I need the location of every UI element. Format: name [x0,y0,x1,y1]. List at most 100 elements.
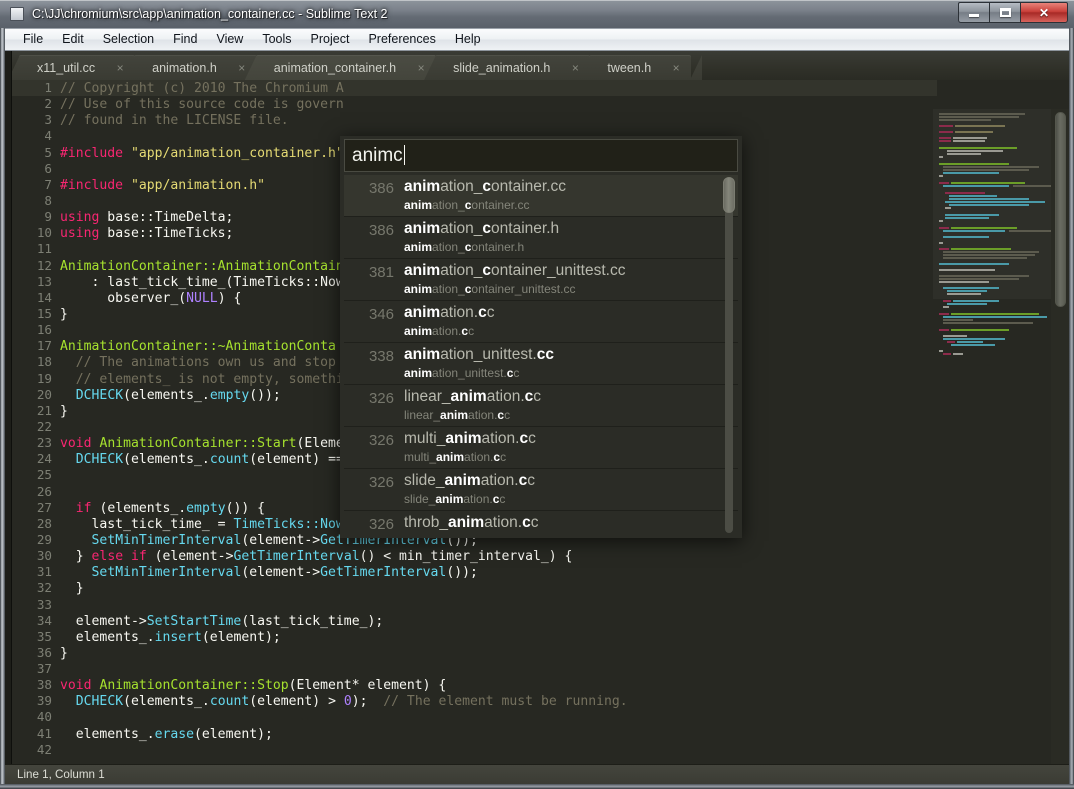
menu-item-preferences[interactable]: Preferences [359,30,444,49]
editor-tab-slide-animation-h[interactable]: slide_animation.h× [435,55,590,80]
minimap-line [945,201,1045,203]
goto-result-filename-part: anim [404,346,440,363]
goto-scrollbar-thumb[interactable] [723,177,735,213]
minimap-line [939,116,1019,118]
code-line[interactable]: 37 [12,661,937,677]
goto-result-filename-part: ation. [481,472,519,489]
goto-anything-panel[interactable]: animc 386animation_container.ccanimation… [340,136,742,538]
goto-result-row[interactable]: 326multi_animation.ccmulti_animation.cc [344,427,738,469]
code-line[interactable]: 34 element->SetStartTime(last_tick_time_… [12,613,937,629]
menu-item-file[interactable]: File [14,30,52,49]
tab-close-icon[interactable]: × [113,61,127,75]
minimap-line [943,172,999,174]
menu-item-edit[interactable]: Edit [53,30,93,49]
editor-tab-tween-h[interactable]: tween.h× [589,55,691,80]
tab-close-icon[interactable]: × [235,61,249,75]
code-token: "app/animation.h" [131,178,265,193]
code-token: GetTimerInterval [233,549,359,564]
goto-result-filename-part: ontainer.h [491,220,559,237]
menu-item-view[interactable]: View [207,30,252,49]
title-bar[interactable]: C:\JJ\chromium\src\app\animation_contain… [0,0,1074,28]
editor-tab-x11-util-cc[interactable]: x11_util.cc × [19,55,135,80]
goto-scrollbar-track[interactable] [725,177,733,533]
goto-search-input[interactable]: animc [352,145,405,167]
code-line[interactable]: 42 [12,742,937,758]
code-line[interactable]: 33 [12,597,937,613]
goto-result-row[interactable]: 386animation_container.ccanimation_conta… [344,175,738,217]
goto-result-score: 386 [354,222,394,239]
line-number: 22 [12,419,52,435]
editor-tab-animation-container-h[interactable]: animation_container.h× [256,55,436,80]
goto-input-wrapper[interactable]: animc [344,139,738,172]
goto-result-row[interactable]: 381animation_container_unittest.ccanimat… [344,259,738,301]
code-token: empty [210,388,249,403]
code-token: (elements_. [123,388,210,403]
tab-label: x11_util.cc [37,61,95,75]
minimap-line [955,125,1005,127]
code-line[interactable]: 1// Copyright (c) 2010 The Chromium A [12,80,937,96]
goto-result-row[interactable]: 338animation_unittest.ccanimation_unitte… [344,343,738,385]
code-token: AnimationContainer::Stop [99,678,288,693]
minimap-line [939,175,943,177]
code-token: 0 [344,694,352,709]
code-line[interactable]: 3// found in the LICENSE file. [12,112,937,128]
code-line[interactable]: 2// Use of this source code is govern [12,96,937,112]
scrollbar-thumb[interactable] [1055,112,1066,307]
menu-item-selection[interactable]: Selection [94,30,163,49]
goto-result-row[interactable]: 346animation.ccanimation.cc [344,301,738,343]
code-line[interactable]: 35 elements_.insert(element); [12,629,937,645]
minimap-line [943,335,967,337]
goto-scrollbar[interactable] [722,177,735,533]
menu-item-project[interactable]: Project [302,30,359,49]
goto-result-row[interactable]: 326linear_animation.cclinear_animation.c… [344,385,738,427]
code-token: using [60,210,99,225]
line-number: 30 [12,548,52,564]
editor-tab-animation-h[interactable]: animation.h× [134,55,257,80]
code-token: ) { [218,291,242,306]
goto-results-list[interactable]: 386animation_container.ccanimation_conta… [344,175,738,535]
menu-item-find[interactable]: Find [164,30,206,49]
code-line[interactable]: 30 } else if (element->GetTimerInterval(… [12,548,937,564]
minimap-line [943,185,1009,187]
goto-result-path-part: anim [436,450,464,464]
code-token: "app/animation_container.h" [131,146,344,161]
goto-result-path-part: ation. [464,450,493,464]
code-token: (last_tick_time_); [241,614,383,629]
code-line[interactable]: 38void AnimationContainer::Stop(Element*… [12,677,937,693]
goto-result-row[interactable]: 386animation_container.hanimation_contai… [344,217,738,259]
code-token: (element-> [241,565,320,580]
minimap-line [953,353,963,355]
goto-result-path-part: anim [404,366,432,380]
code-token: } [60,307,68,322]
code-line[interactable]: 31 SetMinTimerInterval(element->GetTimer… [12,564,937,580]
maximize-button[interactable] [989,2,1020,23]
minimap-line [939,125,953,127]
code-line[interactable]: 41 elements_.erase(element); [12,726,937,742]
line-number: 20 [12,387,52,403]
tab-close-icon[interactable]: × [669,61,683,75]
close-button[interactable]: ✕ [1020,2,1068,23]
line-number: 5 [12,145,52,161]
code-line[interactable]: 36} [12,645,937,661]
code-line[interactable]: 40 [12,709,937,725]
code-token: DCHECK [76,694,123,709]
minimap-line [947,303,987,305]
minimap[interactable] [933,109,1051,784]
tab-close-icon[interactable]: × [414,61,428,75]
goto-result-row[interactable]: 326slide_animation.ccslide_animation.cc [344,469,738,511]
goto-result-filename-part: c [533,388,541,405]
code-token: // found in the LICENSE file. [60,113,289,128]
code-token: using [60,226,99,241]
line-number: 38 [12,677,52,693]
menu-item-help[interactable]: Help [446,30,490,49]
minimap-line [947,341,955,343]
tab-close-icon[interactable]: × [568,61,582,75]
code-line[interactable]: 32 } [12,580,937,596]
editor-vertical-scrollbar[interactable] [1051,109,1069,784]
minimize-button[interactable] [958,2,989,23]
code-line[interactable]: 39 DCHECK(elements_.count(element) > 0);… [12,693,937,709]
goto-result-row[interactable]: 326throb_animation.cc [344,511,738,535]
menu-item-tools[interactable]: Tools [253,30,300,49]
code-token: (elements_. [123,452,210,467]
goto-result-filename: animation.cc [404,304,494,322]
